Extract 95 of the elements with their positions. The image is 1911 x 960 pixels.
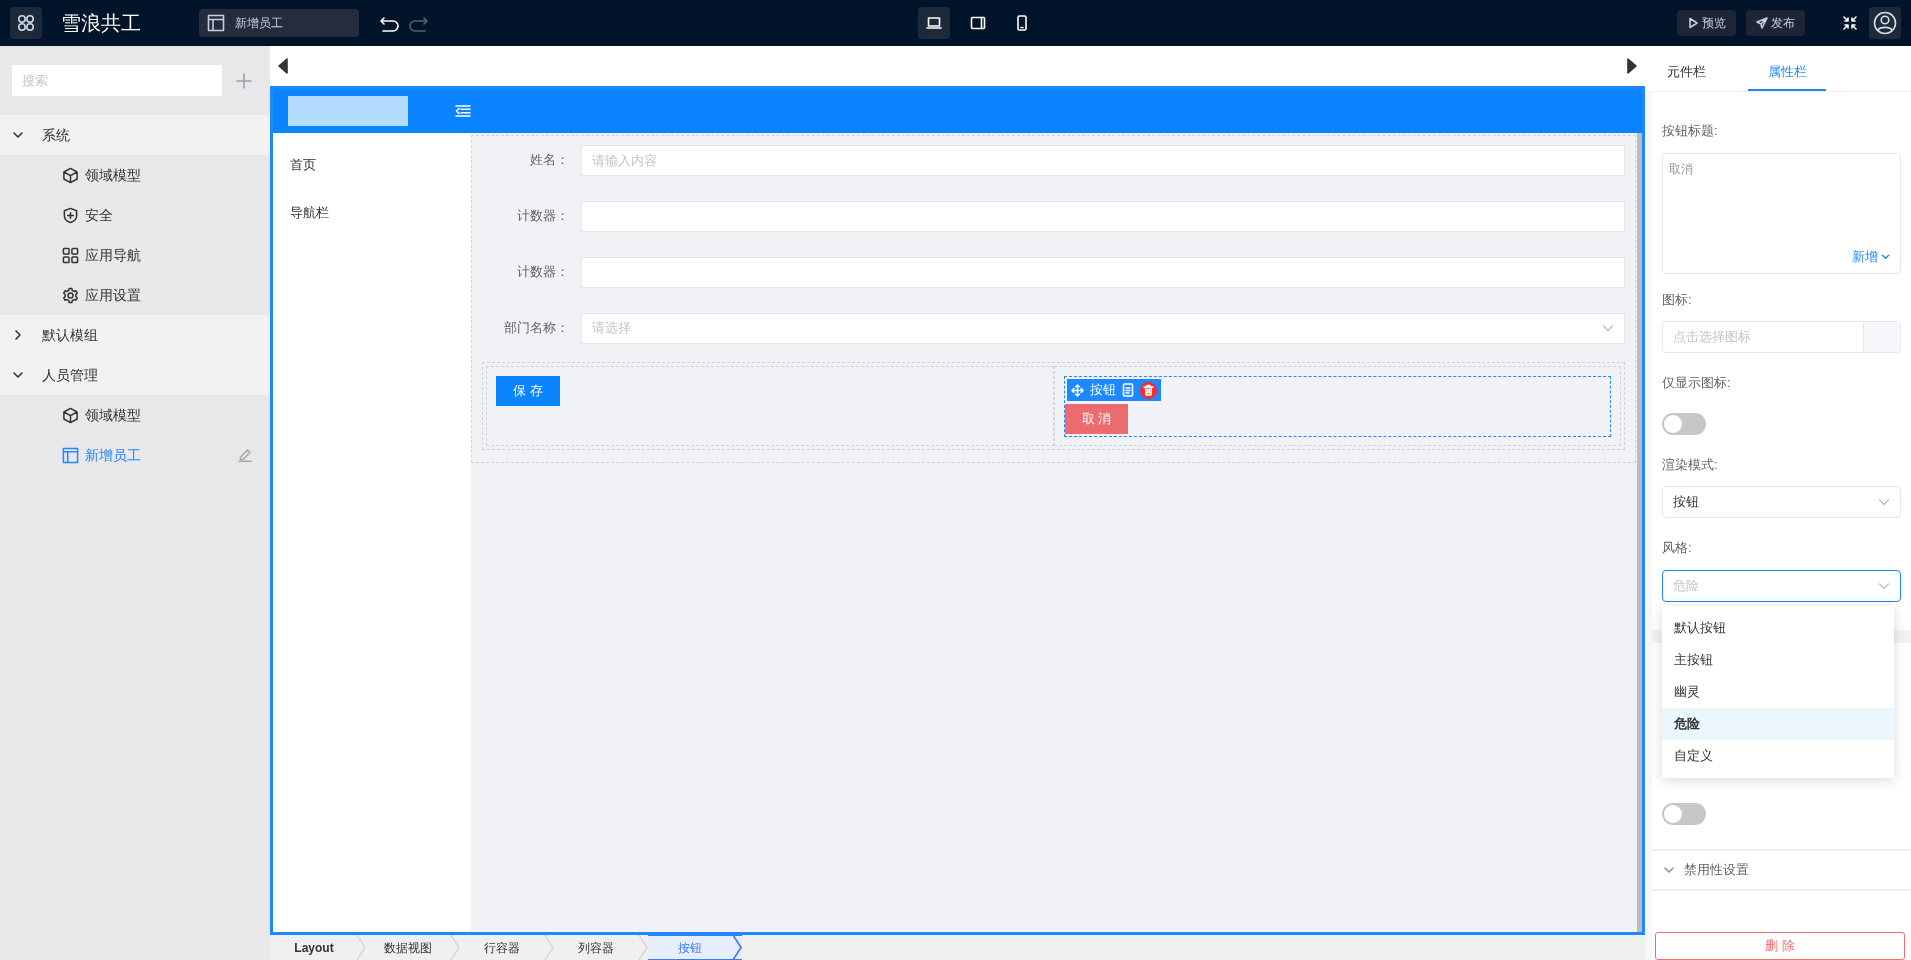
tree-item[interactable]: 领域模型 xyxy=(0,155,270,195)
field-label: 计数器： xyxy=(516,263,570,282)
input-field[interactable] xyxy=(581,200,1625,232)
primary-button[interactable]: 保 存 xyxy=(496,376,560,406)
render-mode-select[interactable]: 按钮 xyxy=(1662,486,1901,518)
chevron-right-icon xyxy=(12,329,24,341)
column-container[interactable]: 保 存 xyxy=(486,366,1054,446)
input-field[interactable]: 请输入内容 xyxy=(581,144,1625,176)
nav-menu-item[interactable]: 导航栏 xyxy=(273,189,471,237)
dropdown-option[interactable]: 主按钮 xyxy=(1662,644,1894,676)
breadcrumb-item[interactable]: Layout xyxy=(272,935,366,960)
input-field[interactable] xyxy=(581,256,1625,288)
tree-group[interactable]: 默认模组 xyxy=(0,315,270,355)
collapse-icon xyxy=(1843,16,1857,30)
page-tab[interactable]: 新增员工 xyxy=(199,9,359,37)
property-label: 仅显示图标: xyxy=(1662,374,1732,392)
dropdown-option[interactable]: 危险 xyxy=(1662,708,1894,740)
chevron-right-icon xyxy=(544,935,554,960)
breadcrumb-item[interactable]: 行容器 xyxy=(460,935,554,960)
layout-icon xyxy=(207,14,225,32)
chevron-right-icon xyxy=(356,935,366,960)
property-label: 按钮标题: xyxy=(1662,122,1719,140)
dropdown-option[interactable]: 默认按钮 xyxy=(1662,612,1894,644)
component-type-label: 按钮 xyxy=(1089,381,1116,400)
title-textarea[interactable]: 取消 新增 xyxy=(1662,152,1901,274)
app-title: 雪浪共工 xyxy=(61,11,141,36)
chevron-down-icon xyxy=(1881,252,1890,262)
redo-icon xyxy=(407,14,429,32)
laptop-icon xyxy=(926,16,942,30)
undo-icon xyxy=(379,14,401,32)
breadcrumb-item[interactable]: 列容器 xyxy=(554,935,648,960)
user-icon xyxy=(1873,11,1897,35)
chevron-down-icon xyxy=(12,369,24,381)
breadcrumb-item[interactable]: 按钮 xyxy=(648,935,742,960)
layout-icon xyxy=(62,446,79,464)
panel-tab[interactable]: 元件栏 xyxy=(1661,55,1712,91)
property-label: 渲染模式: xyxy=(1662,455,1719,474)
icon-picker-placeholder: 点击选择图标 xyxy=(1672,328,1752,347)
chevron-down-icon xyxy=(12,129,24,141)
scrollbar[interactable] xyxy=(1637,133,1642,932)
property-label: 图标: xyxy=(1662,290,1693,309)
chevron-right-icon xyxy=(638,935,648,960)
section-header[interactable]: 禁用性设置 xyxy=(1662,850,1901,889)
nav-menu-item[interactable]: 首页 xyxy=(273,141,471,189)
chevron-down-icon xyxy=(1664,864,1674,875)
add-link[interactable]: 新增 xyxy=(1852,247,1890,267)
toggle-switch[interactable] xyxy=(1662,412,1706,435)
textarea-value: 取消 xyxy=(1669,160,1693,178)
tablet-icon xyxy=(970,16,986,30)
left-arrow-icon[interactable] xyxy=(278,58,288,74)
publish-button[interactable]: 发布 xyxy=(1746,10,1805,36)
settings-icon xyxy=(62,286,79,304)
app-menu-button[interactable] xyxy=(10,7,42,39)
redo-button[interactable] xyxy=(407,14,429,32)
field-label: 姓名： xyxy=(529,151,570,170)
add-button[interactable] xyxy=(236,72,252,89)
breadcrumb-item[interactable]: 数据视图 xyxy=(366,935,460,960)
copy-icon[interactable] xyxy=(1121,383,1134,397)
field-label: 计数器： xyxy=(516,207,570,226)
tree-group[interactable]: 人员管理 xyxy=(0,355,270,395)
chevron-down-icon xyxy=(1602,322,1614,334)
shield-icon xyxy=(62,206,79,224)
tree-item[interactable]: 应用设置 xyxy=(0,275,270,315)
preview-button[interactable]: 预览 xyxy=(1677,10,1736,36)
plus-icon xyxy=(236,72,252,89)
chevron-right-icon xyxy=(732,935,742,960)
dropdown-option[interactable]: 幽灵 xyxy=(1662,676,1894,708)
cube-icon xyxy=(62,406,79,424)
search-field[interactable]: 搜索 xyxy=(12,65,222,96)
fullscreen-button[interactable] xyxy=(1843,16,1857,30)
cube-icon xyxy=(62,166,79,184)
right-arrow-icon[interactable] xyxy=(1627,58,1637,74)
chevron-right-icon xyxy=(450,935,460,960)
undo-button[interactable] xyxy=(379,14,401,32)
tree-item[interactable]: 应用导航 xyxy=(0,235,270,275)
menu-fold-icon[interactable] xyxy=(455,104,471,118)
account-button[interactable] xyxy=(1869,7,1901,39)
grid-icon xyxy=(62,246,79,264)
move-icon[interactable] xyxy=(1070,383,1084,397)
pencil-icon xyxy=(238,448,252,462)
field-label: 部门名称： xyxy=(503,319,570,338)
toggle-switch[interactable] xyxy=(1662,802,1706,825)
trash-icon xyxy=(1142,384,1154,396)
send-icon xyxy=(1756,17,1768,29)
dropdown-option[interactable]: 自定义 xyxy=(1662,740,1894,772)
device-button[interactable] xyxy=(918,7,950,39)
property-label: 风格: xyxy=(1662,539,1693,557)
grid-icon xyxy=(16,13,36,33)
phone-icon xyxy=(1016,15,1028,31)
tree-item[interactable]: 领域模型 xyxy=(0,395,270,435)
tree-item[interactable]: 安全 xyxy=(0,195,270,235)
tree-group[interactable]: 系统 xyxy=(0,115,270,155)
chevron-down-icon xyxy=(1878,496,1890,508)
delete-icon[interactable] xyxy=(1139,381,1157,399)
play-icon xyxy=(1687,17,1699,29)
